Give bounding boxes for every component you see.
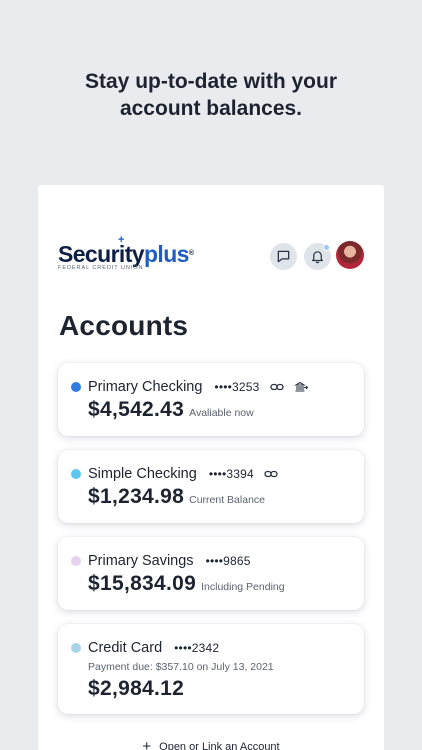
avatar[interactable] [336,241,364,269]
account-color-dot [71,556,81,566]
open-link-label: Open or Link an Account [159,741,280,750]
account-name: Credit Card [88,640,163,656]
account-card-primary-savings[interactable]: Primary Savings ••••9865 $15,834.09 Incl… [58,537,364,610]
link-icon [264,469,278,479]
account-color-dot [71,643,81,653]
headline-line-2: account balances. [119,97,303,120]
account-name: Simple Checking [88,466,197,482]
security-plus-logo: + Securityplus® FEDERAL CREDIT UNION [58,234,194,271]
chat-icon [277,250,290,263]
notification-dot [323,244,330,251]
account-color-dot [71,469,81,479]
account-balance: $4,542.43 [88,398,185,421]
link-icon [269,382,284,392]
account-card-credit-card[interactable]: Credit Card ••••2342 Payment due: $357.1… [58,624,364,714]
account-card-primary-checking[interactable]: Primary Checking ••••3253 $4,542.43 Aval… [58,363,364,436]
account-name: Primary Savings [88,553,194,569]
account-name: Primary Checking [88,379,203,395]
promo-headline: Stay up-to-date with your account balanc… [0,68,422,122]
balance-note: Avaliable now [189,407,254,419]
balance-note: Including Pending [201,581,285,593]
payment-due-text: Payment due: $357.10 on July 13, 2021 [88,661,274,673]
phone-screen: + Securityplus® FEDERAL CREDIT UNION Acc… [38,185,384,750]
plus-icon: + [142,738,152,750]
account-number: ••••9865 [205,554,251,568]
account-balance: $1,234.98 [88,485,185,508]
bell-icon [312,251,323,264]
open-or-link-account-button[interactable]: + Open or Link an Account [38,738,384,750]
balance-note: Current Balance [189,494,265,506]
notifications-button[interactable] [304,243,331,270]
bank-transfer-icon [293,381,308,393]
headline-line-1: Stay up-to-date with your [85,70,337,93]
messages-button[interactable] [270,243,297,270]
account-number: ••••3253 [214,380,260,394]
logo-subtitle: FEDERAL CREDIT UNION [58,265,144,271]
account-color-dot [71,382,81,392]
account-balance: $2,984.12 [88,677,185,700]
account-card-simple-checking[interactable]: Simple Checking ••••3394 $1,234.98 Curre… [58,450,364,523]
account-number: ••••2342 [174,641,220,655]
page-title: Accounts [59,310,189,341]
top-bar: + Securityplus® FEDERAL CREDIT UNION [58,234,364,273]
account-number: ••••3394 [208,467,254,481]
account-balance: $15,834.09 [88,572,197,595]
